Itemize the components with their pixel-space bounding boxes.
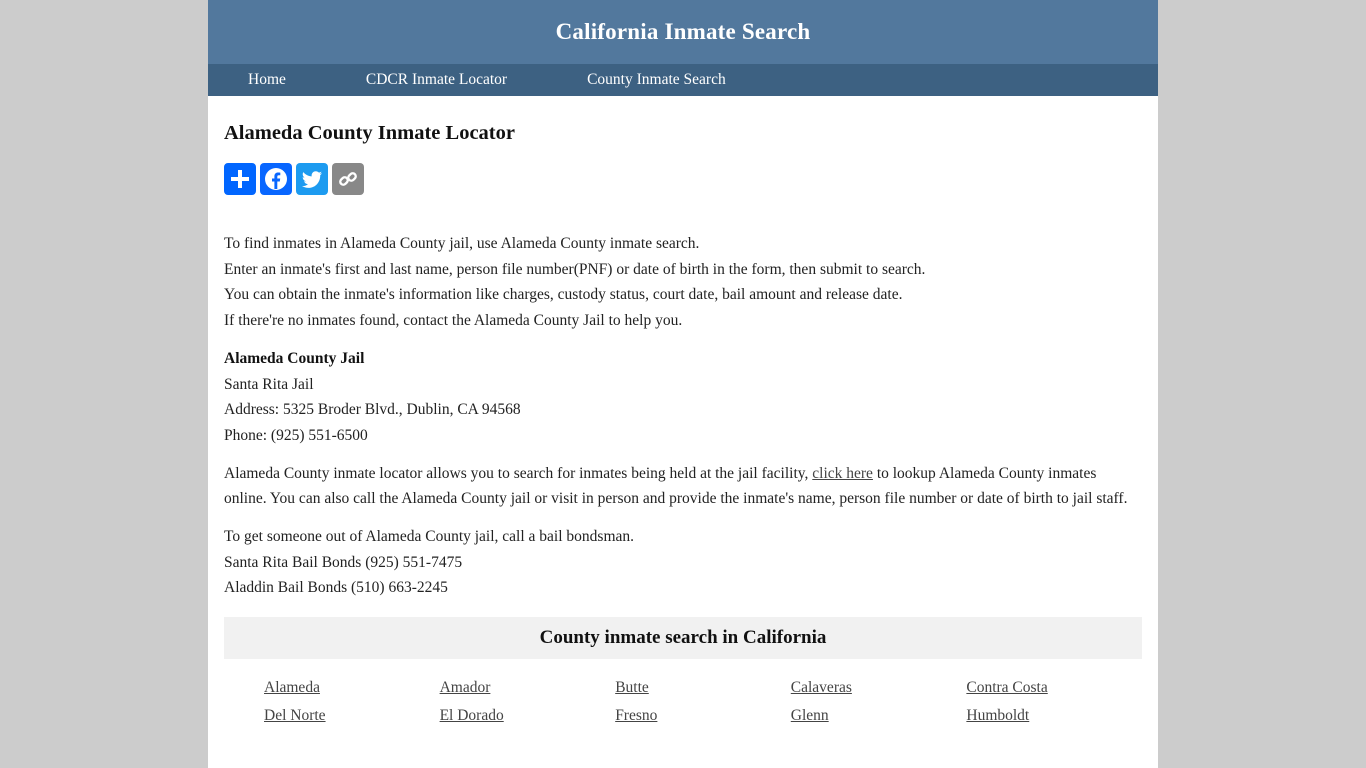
locator-text-before: Alameda County inmate locator allows you… [224, 464, 813, 482]
county-link-fresno[interactable]: Fresno [615, 703, 791, 729]
bail-info: To get someone out of Alameda County jai… [224, 524, 1142, 601]
locator-paragraph: Alameda County inmate locator allows you… [224, 461, 1142, 512]
intro-line: If there're no inmates found, contact th… [224, 312, 683, 330]
jail-address: Address: 5325 Broder Blvd., Dublin, CA 9… [224, 401, 521, 419]
nav-cdcr-inmate-locator[interactable]: CDCR Inmate Locator [366, 71, 507, 89]
jail-info: Alameda County Jail Santa Rita Jail Addr… [224, 346, 1142, 449]
bail-bondsman: Aladdin Bail Bonds (510) 663-2245 [224, 579, 448, 597]
facebook-share-button[interactable] [260, 163, 292, 195]
site-header: California Inmate Search [208, 0, 1158, 64]
county-link-glenn[interactable]: Glenn [791, 703, 967, 729]
intro-line: You can obtain the inmate's information … [224, 286, 903, 304]
nav-county-inmate-search[interactable]: County Inmate Search [587, 71, 726, 89]
plus-icon [231, 170, 249, 188]
jail-phone: Phone: (925) 551-6500 [224, 426, 368, 444]
nav-home[interactable]: Home [248, 71, 286, 89]
copy-link-button[interactable] [332, 163, 364, 195]
jail-title: Alameda County Jail [224, 349, 365, 367]
site-title[interactable]: California Inmate Search [556, 19, 811, 45]
intro-line: Enter an inmate's first and last name, p… [224, 260, 926, 278]
locator-text: Alameda County inmate locator allows you… [224, 461, 1142, 512]
intro-line: To find inmates in Alameda County jail, … [224, 235, 700, 252]
bail-bondsman: Santa Rita Bail Bonds (925) 551-7475 [224, 553, 463, 571]
county-list: Alameda Amador Butte Calaveras Contra Co… [224, 659, 1142, 729]
county-link-alameda[interactable]: Alameda [264, 675, 440, 701]
page-title: Alameda County Inmate Locator [224, 122, 515, 144]
link-icon [339, 172, 357, 186]
share-button[interactable] [224, 163, 256, 195]
facebook-icon [265, 168, 287, 190]
county-link-humboldt[interactable]: Humboldt [966, 703, 1142, 729]
twitter-icon [302, 171, 323, 188]
page: California Inmate Search Home CDCR Inmat… [208, 0, 1158, 768]
county-link-contra-costa[interactable]: Contra Costa [966, 675, 1142, 701]
county-link-calaveras[interactable]: Calaveras [791, 675, 967, 701]
county-link-amador[interactable]: Amador [440, 675, 616, 701]
county-search-heading: County inmate search in California [539, 627, 827, 649]
county-link-del-norte[interactable]: Del Norte [264, 703, 440, 729]
share-bar [224, 163, 1142, 195]
bail-intro: To get someone out of Alameda County jai… [224, 528, 635, 546]
twitter-share-button[interactable] [296, 163, 328, 195]
county-search-heading-box: County inmate search in California [224, 617, 1142, 660]
jail-name: Santa Rita Jail [224, 375, 314, 393]
main-content: Alameda County Inmate Locator To find in… [208, 96, 1158, 729]
intro-text: To find inmates in Alameda County jail, … [224, 231, 1142, 334]
county-link-el-dorado[interactable]: El Dorado [440, 703, 616, 729]
main-nav: Home CDCR Inmate Locator County Inmate S… [208, 64, 1158, 96]
county-link-butte[interactable]: Butte [615, 675, 791, 701]
click-here-link[interactable]: click here [812, 465, 873, 482]
